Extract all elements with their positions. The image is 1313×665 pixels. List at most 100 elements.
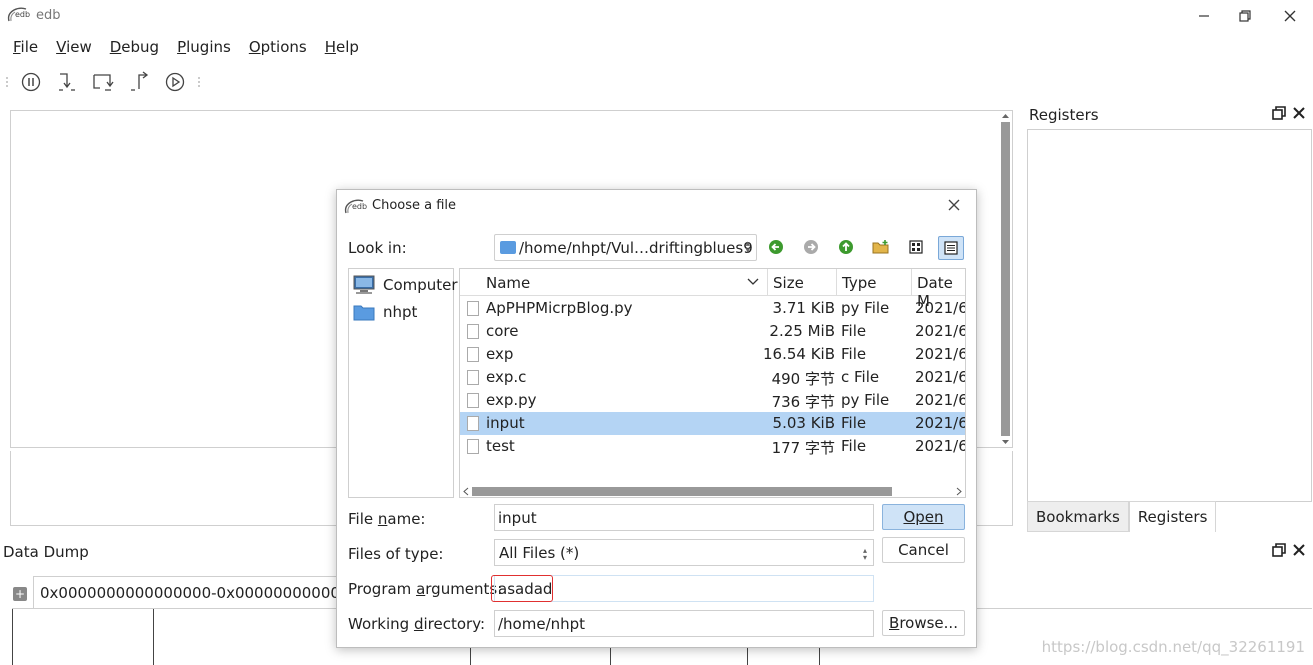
svg-text:edb: edb bbox=[15, 10, 30, 19]
working-directory-label: Working directory: bbox=[348, 615, 486, 633]
new-folder-icon[interactable] bbox=[870, 236, 892, 258]
title-bar: edb edb bbox=[0, 0, 1313, 32]
file-date: 2021/6. bbox=[915, 368, 965, 386]
file-row[interactable]: test 177 字节 File 2021/6. bbox=[460, 435, 965, 458]
pause-icon[interactable] bbox=[19, 70, 43, 94]
file-date: 2021/6. bbox=[915, 345, 965, 363]
folder-icon bbox=[500, 241, 516, 254]
parent-directory-icon[interactable] bbox=[835, 236, 857, 258]
file-size: 3.71 KiB bbox=[772, 299, 835, 317]
back-icon[interactable] bbox=[765, 236, 787, 258]
column-type[interactable]: Type bbox=[842, 274, 876, 292]
column-size[interactable]: Size bbox=[773, 274, 804, 292]
minimize-icon[interactable] bbox=[1192, 6, 1216, 26]
file-date: 2021/6. bbox=[915, 322, 965, 340]
file-date: 2021/6. bbox=[915, 437, 965, 455]
file-icon bbox=[467, 370, 479, 385]
scroll-left-icon[interactable] bbox=[462, 487, 470, 496]
program-arguments-value[interactable]: asadad bbox=[491, 575, 553, 602]
tab-bookmarks[interactable]: Bookmarks bbox=[1027, 501, 1129, 532]
data-dump-title: Data Dump bbox=[3, 543, 89, 561]
menu-file[interactable]: File bbox=[13, 34, 38, 60]
step-into-icon[interactable] bbox=[55, 70, 79, 94]
look-in-path: /home/nhpt/Vul…driftingblues9 bbox=[519, 239, 753, 257]
detail-view-icon[interactable] bbox=[938, 236, 964, 260]
float-icon[interactable] bbox=[1272, 106, 1286, 120]
menu-plugins[interactable]: Plugins bbox=[177, 34, 231, 60]
dock-close-icon[interactable] bbox=[1292, 543, 1306, 557]
tab-registers[interactable]: Registers bbox=[1128, 501, 1217, 532]
file-size: 5.03 KiB bbox=[772, 414, 835, 432]
toolbar-grip-icon[interactable] bbox=[196, 72, 202, 92]
restore-icon[interactable] bbox=[1233, 6, 1257, 26]
file-row[interactable]: exp.c 490 字节 c File 2021/6. bbox=[460, 366, 965, 389]
choose-file-dialog: edb Choose a file Look in: /home/nhpt/Vu… bbox=[336, 189, 977, 648]
combo-arrows-icon: ▴ ▾ bbox=[862, 546, 867, 562]
sidebar-item-nhpt[interactable]: nhpt bbox=[353, 302, 417, 322]
step-over-icon[interactable] bbox=[91, 70, 115, 94]
toolbar-grip-icon[interactable] bbox=[4, 72, 10, 92]
file-icon bbox=[467, 347, 479, 362]
file-row[interactable]: core 2.25 MiB File 2021/6. bbox=[460, 320, 965, 343]
icon-view-icon[interactable] bbox=[905, 236, 927, 258]
file-icon bbox=[467, 324, 479, 339]
file-icon bbox=[467, 416, 479, 431]
forward-icon[interactable] bbox=[800, 236, 822, 258]
scroll-thumb[interactable] bbox=[1001, 122, 1010, 436]
browse-button[interactable]: Browse... bbox=[882, 610, 965, 636]
places-sidebar: Computer nhpt bbox=[348, 268, 458, 498]
registers-dock-controls bbox=[1272, 106, 1306, 120]
data-dump-tab[interactable]: 0x0000000000000000-0x0000000000000000 bbox=[33, 576, 363, 609]
data-dump-dock-controls bbox=[1272, 543, 1306, 557]
menu-bar: File View Debug Plugins Options Help bbox=[0, 34, 1313, 60]
files-of-type-value: All Files (*) bbox=[499, 544, 580, 562]
sort-descending-icon[interactable] bbox=[747, 278, 759, 286]
menu-options[interactable]: Options bbox=[249, 34, 307, 60]
scroll-right-icon[interactable] bbox=[955, 487, 963, 496]
file-row[interactable]: input 5.03 KiB File 2021/6. bbox=[460, 412, 965, 435]
files-of-type-label: Files of type: bbox=[348, 545, 444, 563]
file-name-input[interactable]: input bbox=[494, 504, 874, 531]
file-list-header: Name Size Type Date M bbox=[460, 269, 965, 310]
file-size: 16.54 KiB bbox=[762, 345, 835, 363]
watermark: https://blog.csdn.net/qq_32261191 bbox=[1041, 638, 1305, 656]
look-in-label: Look in: bbox=[348, 239, 407, 257]
sidebar-item-label: nhpt bbox=[383, 303, 418, 321]
file-row[interactable]: ApPHPMicrpBlog.py 3.71 KiB py File 2021/6. bbox=[460, 297, 965, 320]
dock-close-icon[interactable] bbox=[1292, 106, 1306, 120]
file-size: 490 字节 bbox=[771, 370, 835, 388]
file-row[interactable]: exp 16.54 KiB File 2021/6. bbox=[460, 343, 965, 366]
menu-debug[interactable]: Debug bbox=[110, 34, 159, 60]
file-name: exp.py bbox=[486, 391, 537, 409]
dialog-close-icon[interactable] bbox=[947, 198, 961, 212]
column-name[interactable]: Name bbox=[486, 274, 530, 292]
close-icon[interactable] bbox=[1278, 6, 1302, 26]
file-type: py File bbox=[841, 391, 890, 409]
file-row[interactable]: exp.py 736 字节 py File 2021/6. bbox=[460, 389, 965, 412]
file-type: File bbox=[841, 322, 867, 340]
disassembly-scrollbar[interactable] bbox=[999, 112, 1011, 446]
scroll-up-icon[interactable] bbox=[1001, 112, 1010, 120]
menu-help[interactable]: Help bbox=[325, 34, 359, 60]
file-size: 177 字节 bbox=[771, 439, 835, 457]
cancel-button[interactable]: Cancel bbox=[882, 537, 965, 563]
run-icon[interactable] bbox=[163, 70, 187, 94]
registers-pane[interactable] bbox=[1027, 129, 1312, 502]
files-of-type-select[interactable]: All Files (*) ▴ ▾ bbox=[494, 539, 874, 566]
sidebar-item-computer[interactable]: Computer bbox=[353, 275, 458, 295]
look-in-combo[interactable]: /home/nhpt/Vul…driftingblues9 ▴ ▾ bbox=[494, 234, 757, 261]
registers-dock-title: Registers bbox=[1029, 106, 1099, 124]
scroll-thumb[interactable] bbox=[472, 487, 892, 496]
file-type: File bbox=[841, 414, 867, 432]
step-out-icon[interactable] bbox=[127, 70, 151, 94]
file-type: File bbox=[841, 345, 867, 363]
menu-view[interactable]: View bbox=[56, 34, 92, 60]
window-title: edb bbox=[36, 8, 61, 23]
folder-icon bbox=[353, 305, 375, 321]
file-list-hscrollbar[interactable] bbox=[460, 485, 965, 497]
scroll-down-icon[interactable] bbox=[1001, 438, 1010, 446]
working-directory-input[interactable]: /home/nhpt bbox=[494, 610, 874, 637]
float-icon[interactable] bbox=[1272, 543, 1286, 557]
add-tab-icon[interactable]: + bbox=[13, 587, 27, 601]
open-button[interactable]: Open bbox=[882, 504, 965, 530]
